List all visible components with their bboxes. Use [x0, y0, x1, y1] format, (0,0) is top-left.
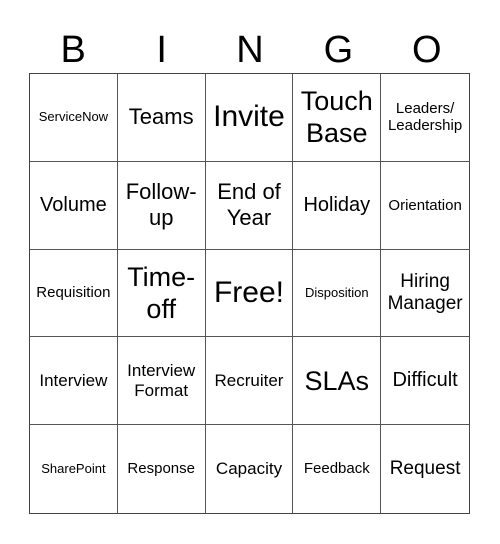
bingo-cell[interactable]: Request — [381, 425, 469, 513]
bingo-cell[interactable]: Volume — [30, 161, 118, 250]
header-letter-n: N — [236, 29, 264, 71]
bingo-cell[interactable]: Hiring Manager — [381, 250, 469, 338]
bingo-cell[interactable]: Time-off — [117, 249, 206, 338]
bingo-cell[interactable]: Invite — [205, 74, 294, 162]
free-space-cell[interactable]: Free! — [205, 249, 294, 338]
bingo-cell[interactable]: SharePoint — [30, 425, 118, 513]
bingo-cell[interactable]: Teams — [117, 74, 206, 162]
bingo-cell[interactable]: Touch Base — [293, 74, 382, 162]
bingo-board: ServiceNow Teams Invite Touch Base Leade… — [29, 73, 470, 514]
bingo-cell[interactable]: Follow-up — [117, 161, 206, 250]
bingo-header: B I N G O — [29, 26, 471, 74]
bingo-cell[interactable]: Interview Format — [117, 337, 206, 426]
bingo-cell[interactable]: Capacity — [206, 425, 294, 513]
bingo-cell[interactable]: End of Year — [205, 161, 294, 250]
bingo-cell[interactable]: SLAs — [293, 337, 382, 426]
bingo-cell[interactable]: Requisition — [30, 249, 118, 338]
header-letter-g: G — [323, 29, 354, 71]
bingo-cell[interactable]: Disposition — [293, 249, 382, 338]
bingo-cell[interactable]: Leaders/ Leadership — [381, 74, 469, 162]
bingo-cell[interactable]: Response — [118, 425, 206, 513]
bingo-cell[interactable]: Orientation — [381, 162, 469, 250]
bingo-cell[interactable]: Feedback — [293, 425, 382, 513]
bingo-cell[interactable]: Difficult — [381, 337, 469, 426]
header-letter-i: I — [156, 29, 167, 71]
bingo-cell[interactable]: ServiceNow — [30, 74, 118, 162]
bingo-cell[interactable]: Holiday — [293, 161, 382, 250]
header-letter-b: B — [60, 29, 86, 71]
bingo-cell[interactable]: Interview — [30, 337, 118, 426]
bingo-cell[interactable]: Recruiter — [205, 337, 294, 426]
header-letter-o: O — [412, 29, 442, 71]
